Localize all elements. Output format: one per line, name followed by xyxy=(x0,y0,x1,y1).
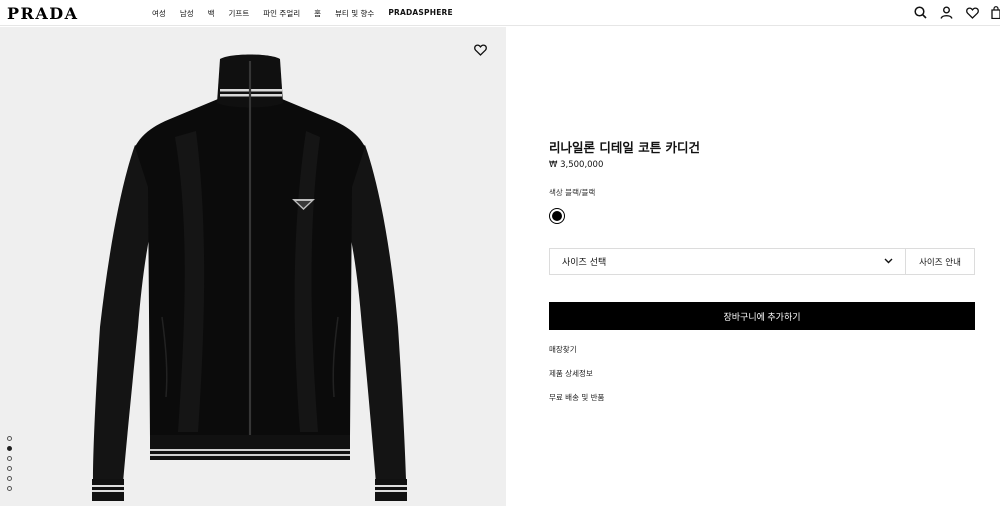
carousel-dot-active[interactable] xyxy=(7,446,12,451)
nav-pradasphere[interactable]: PRADASPHERE xyxy=(388,8,453,19)
nav-bags[interactable]: 백 xyxy=(208,8,215,19)
carousel-dot[interactable] xyxy=(7,476,12,481)
size-select-label: 사이즈 선택 xyxy=(562,258,607,268)
color-label: 색상 블랙/블랙 xyxy=(549,188,596,197)
bag-icon[interactable] xyxy=(991,5,1000,20)
wishlist-icon[interactable] xyxy=(965,5,980,20)
nav-women[interactable]: 여성 xyxy=(152,8,166,19)
nav-home[interactable]: 홈 xyxy=(314,8,321,19)
header-icons xyxy=(913,5,1000,20)
carousel-dot[interactable] xyxy=(7,486,12,491)
product-image-jacket[interactable] xyxy=(0,27,506,506)
site-header: PRADA 여성 남성 백 기프트 파인 주얼리 홈 뷰티 및 향수 PRADA… xyxy=(0,0,1000,26)
store-locator-link[interactable]: 매장찾기 xyxy=(549,344,577,355)
product-details-link[interactable]: 제품 상세정보 xyxy=(549,368,593,379)
product-image-panel xyxy=(0,27,506,506)
nav-fine-jewelry[interactable]: 파인 주얼리 xyxy=(263,8,300,19)
size-row: 사이즈 선택 사이즈 안내 xyxy=(549,248,975,275)
account-icon[interactable] xyxy=(939,5,954,20)
carousel-dots xyxy=(7,436,12,491)
size-guide-button[interactable]: 사이즈 안내 xyxy=(905,249,974,274)
search-icon[interactable] xyxy=(913,5,928,20)
carousel-dot[interactable] xyxy=(7,466,12,471)
product-title: 리나일론 디테일 코튼 카디건 xyxy=(549,140,701,155)
nav-beauty[interactable]: 뷰티 및 향수 xyxy=(335,8,374,19)
carousel-dot[interactable] xyxy=(7,456,12,461)
prada-logo[interactable]: PRADA xyxy=(7,4,79,23)
size-select-dropdown[interactable]: 사이즈 선택 xyxy=(550,249,905,274)
add-to-cart-button[interactable]: 장바구니에 추가하기 xyxy=(549,302,975,330)
heart-icon[interactable] xyxy=(474,41,490,57)
nav-men[interactable]: 남성 xyxy=(180,8,194,19)
chevron-down-icon xyxy=(884,257,893,267)
product-price: ₩ 3,500,000 xyxy=(549,160,604,170)
carousel-dot[interactable] xyxy=(7,436,12,441)
swatch-fill xyxy=(552,211,562,221)
nav-gifts[interactable]: 기프트 xyxy=(229,8,250,19)
color-swatch-black[interactable] xyxy=(549,208,565,224)
main-nav: 여성 남성 백 기프트 파인 주얼리 홈 뷰티 및 향수 PRADASPHERE xyxy=(152,8,453,19)
shipping-returns-link[interactable]: 무료 배송 및 반품 xyxy=(549,392,604,403)
